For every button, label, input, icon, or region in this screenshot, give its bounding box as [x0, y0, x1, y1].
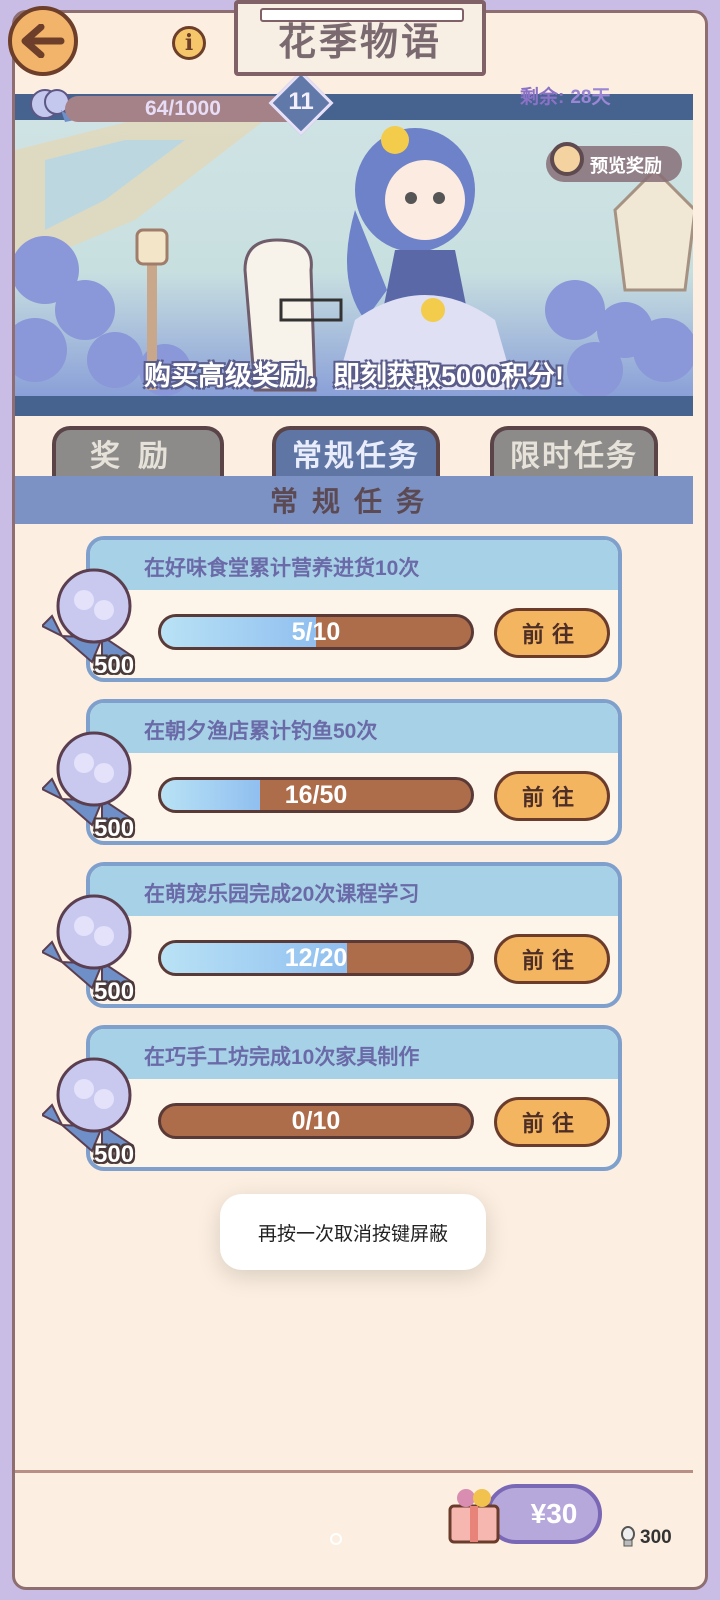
footer-divider — [15, 1470, 693, 1473]
task-progress-bar: 16/50 — [158, 777, 474, 813]
info-icon: i — [184, 30, 194, 56]
arrow-left-icon — [21, 24, 65, 58]
reward-amount: 500 — [94, 652, 135, 679]
points-value: 64/1000 — [145, 97, 221, 120]
task-progress-text: 5/10 — [291, 618, 341, 646]
preview-rewards-button[interactable]: 预览奖励 — [546, 142, 682, 182]
title-plate-ornament — [260, 8, 464, 22]
back-button[interactable] — [8, 6, 78, 76]
section-title: 常规任务 — [15, 476, 693, 524]
tab-regular-tasks[interactable]: 常规任务 — [272, 426, 440, 476]
task-progress-text: 12/20 — [284, 944, 348, 972]
task-card: 在萌宠乐园完成20次课程学习 12/20 前往 — [86, 862, 622, 1008]
promo-text: 购买高级奖励，即刻获取5000积分! — [143, 361, 565, 391]
task-title: 在巧手工坊完成10次家具制作 — [144, 1046, 420, 1069]
task-progress-bar: 0/10 — [158, 1103, 474, 1139]
page-indicator — [330, 1533, 342, 1545]
preview-rewards-label: 预览奖励 — [590, 156, 662, 176]
task-progress-text: 16/50 — [284, 781, 348, 809]
task-progress-bar: 12/20 — [158, 940, 474, 976]
task-card: 在朝夕渔店累计钓鱼50次 16/50 前往 — [86, 699, 622, 845]
task-progress-text: 0/10 — [291, 1107, 341, 1135]
event-banner: 购买高级奖励，即刻获取5000积分! — [15, 94, 693, 416]
magnifier-icon — [550, 142, 584, 176]
title-plate: 花季物语 — [234, 0, 486, 76]
coin-icon — [621, 1526, 635, 1547]
reward-amount: 500 — [94, 815, 135, 842]
reward-amount: 500 — [94, 978, 135, 1005]
level-number: 11 — [288, 88, 314, 115]
tab-limited-tasks[interactable]: 限时任务 — [490, 426, 658, 476]
task-title: 在萌宠乐园完成20次课程学习 — [144, 883, 420, 906]
purchase-button[interactable]: ¥30 — [486, 1484, 602, 1544]
go-button[interactable]: 前往 — [494, 608, 610, 658]
remaining-label: 剩余: — [520, 87, 565, 108]
tab-rewards[interactable]: 奖励 — [52, 426, 224, 476]
price-label: ¥30 — [530, 1498, 578, 1529]
go-button[interactable]: 前往 — [494, 934, 610, 984]
toast-message: 再按一次取消按键屏蔽 — [220, 1194, 486, 1270]
go-button[interactable]: 前往 — [494, 1097, 610, 1147]
task-progress-bar: 5/10 — [158, 614, 474, 650]
coin-count: 300 — [640, 1527, 672, 1548]
task-title: 在朝夕渔店累计钓鱼50次 — [144, 720, 378, 743]
reward-amount: 500 — [94, 1141, 135, 1168]
gift-box-icon — [448, 1489, 500, 1544]
remaining-value: 28天 — [570, 87, 611, 108]
task-card: 在好味食堂累计营养进货10次 5/10 前往 — [86, 536, 622, 682]
remaining-time: 剩余: 28天 — [520, 82, 610, 109]
task-title: 在好味食堂累计营养进货10次 — [144, 557, 420, 580]
points-progress-row: 64/1000 11 剩余: 28天 — [15, 70, 693, 136]
go-button[interactable]: 前往 — [494, 771, 610, 821]
task-card: 在巧手工坊完成10次家具制作 0/10 前往 — [86, 1025, 622, 1171]
app-frame: i 花季物语 购买高级奖励，即刻获取5000积分! 64/1000 11 剩余:… — [0, 0, 720, 1600]
info-button[interactable]: i — [172, 26, 206, 60]
